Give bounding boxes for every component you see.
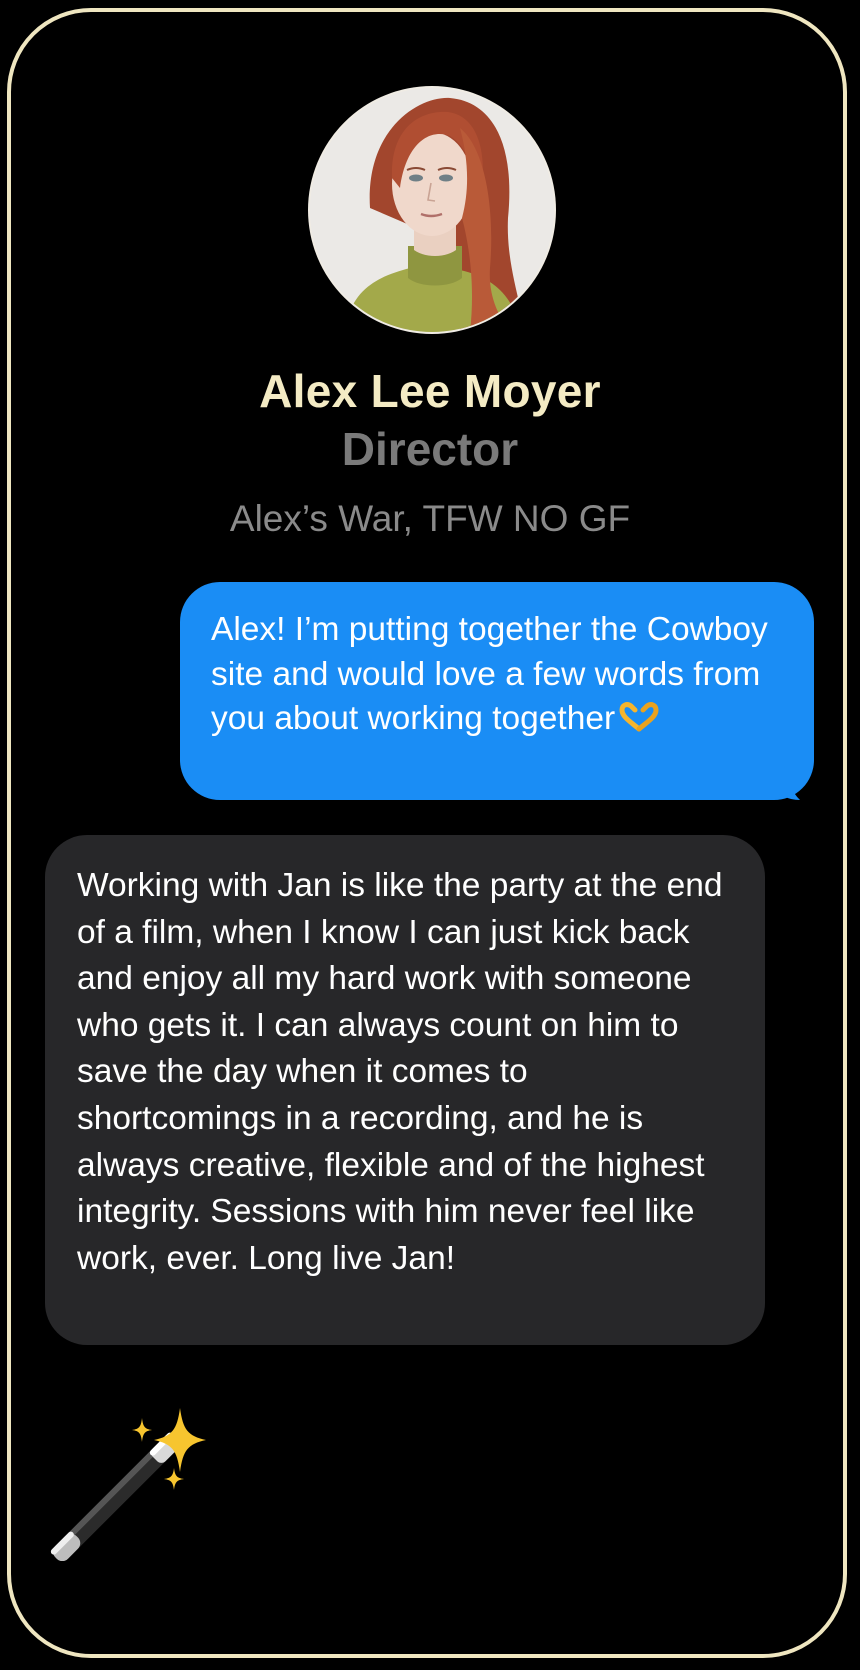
contact-credits: Alex’s War, TFW NO GF	[229, 498, 631, 539]
avatar	[310, 88, 554, 332]
magic-wand-sparkles-icon	[46, 1408, 216, 1573]
contact-role: Director	[341, 423, 519, 475]
incoming-message-text: Working with Jan is like the party at th…	[77, 867, 723, 1277]
outgoing-bubble-tail	[770, 766, 800, 800]
outgoing-message-bubble: Alex! I’m putting together the Cowboy si…	[180, 582, 814, 800]
incoming-message-bubble: Working with Jan is like the party at th…	[45, 835, 765, 1345]
contact-name: Alex Lee Moyer	[259, 365, 601, 417]
heart-hands-icon	[619, 700, 659, 745]
outgoing-message-text: Alex! I’m putting together the Cowboy si…	[211, 611, 768, 737]
